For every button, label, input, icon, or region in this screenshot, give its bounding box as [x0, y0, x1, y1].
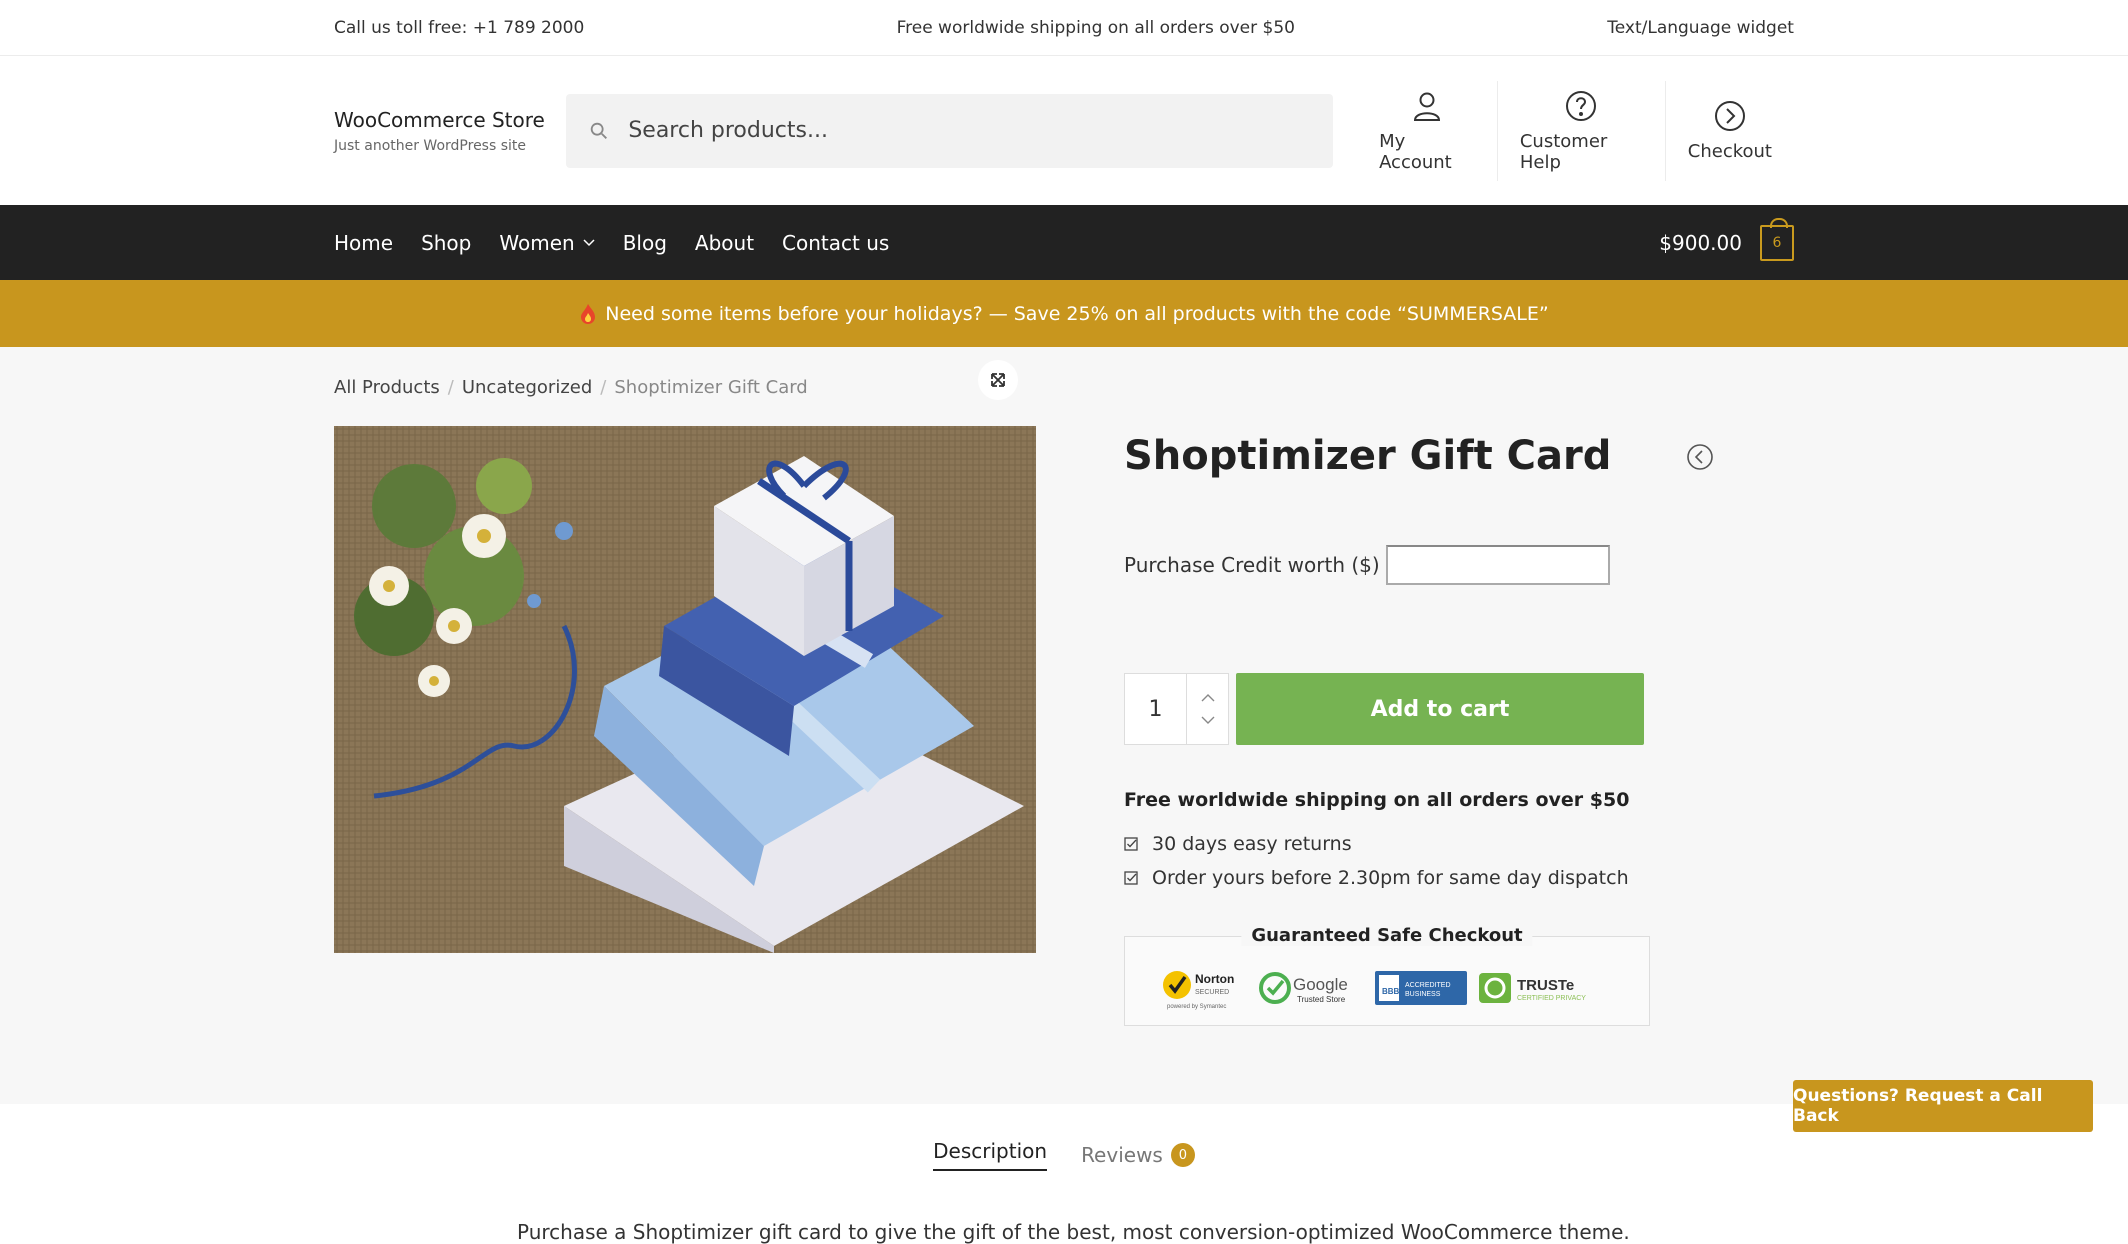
product-tabs: Description Reviews 0 [0, 1139, 2128, 1171]
reviews-count-badge: 0 [1170, 1143, 1195, 1167]
request-callback-button[interactable]: Questions? Request a Call Back [1793, 1080, 2093, 1132]
feature-returns: 30 days easy returns [1124, 833, 1352, 855]
search-icon [591, 122, 608, 139]
quantity-value[interactable]: 1 [1125, 674, 1187, 744]
customer-help-label: Customer Help [1519, 130, 1608, 173]
previous-product-icon[interactable] [1686, 443, 1714, 471]
product-title: Shoptimizer Gift Card [1124, 433, 1612, 479]
customer-help-link[interactable]: Customer Help [1496, 80, 1665, 181]
svg-text:powered by Symantec: powered by Symantec [1167, 1004, 1226, 1010]
nav-contact[interactable]: Contact us [782, 231, 889, 255]
checkbox-icon [1124, 837, 1138, 851]
chevron-down-icon [583, 238, 595, 246]
credit-row: Purchase Credit worth ($) [1124, 545, 1610, 585]
cart-summary[interactable]: $900.00 6 [1659, 217, 1794, 261]
truste-logo: TRUSTe CERTIFIED PRIVACY [1479, 973, 1586, 1003]
nav-about[interactable]: About [695, 231, 754, 255]
promo-text: Need some items before your holidays? — … [605, 302, 1549, 325]
breadcrumb-separator: / [600, 377, 607, 398]
search-bar[interactable] [566, 93, 1334, 168]
shipping-text: Free worldwide shipping on all orders ov… [896, 17, 1295, 38]
svg-text:BUSINESS: BUSINESS [1405, 991, 1441, 998]
nav-home[interactable]: Home [334, 231, 393, 255]
cart-total: $900.00 [1659, 230, 1742, 255]
feature-dispatch: Order yours before 2.30pm for same day d… [1124, 867, 1629, 889]
checkbox-icon [1124, 871, 1138, 885]
cart-bag-icon: 6 [1760, 217, 1794, 261]
help-icon [1566, 90, 1597, 121]
arrow-right-circle-icon [1714, 101, 1745, 131]
safe-checkout-box: Guaranteed Safe Checkout Norton SECURED … [1124, 925, 1650, 1026]
tab-reviews-label: Reviews [1081, 1143, 1163, 1167]
svg-text:Norton: Norton [1195, 972, 1234, 986]
checkout-label: Checkout [1687, 141, 1772, 162]
promo-banner: Need some items before your holidays? — … [0, 280, 2128, 347]
tab-description[interactable]: Description [933, 1139, 1048, 1171]
my-account-link[interactable]: My Account [1357, 81, 1497, 181]
svg-text:Trusted Store: Trusted Store [1297, 995, 1346, 1004]
feature-returns-text: 30 days easy returns [1152, 833, 1352, 855]
shipping-title: Free worldwide shipping on all orders ov… [1124, 789, 1630, 811]
description-text: Purchase a Shoptimizer gift card to give… [517, 1220, 1630, 1244]
brand-name[interactable]: WooCommerce Store [334, 108, 566, 132]
nav-shop[interactable]: Shop [421, 231, 471, 255]
svg-text:TRUSTe: TRUSTe [1517, 977, 1574, 994]
my-account-label: My Account [1379, 130, 1452, 173]
nav-blog[interactable]: Blog [623, 231, 667, 255]
brand[interactable]: WooCommerce Store Just another WordPress… [334, 108, 566, 154]
svg-text:SECURED: SECURED [1195, 989, 1229, 996]
norton-secured-logo: Norton SECURED powered by Symantec [1163, 971, 1234, 1010]
chevron-down-icon[interactable] [1201, 716, 1215, 724]
product-section: All Products / Uncategorized / Shoptimiz… [0, 347, 2128, 1132]
fire-icon [581, 303, 596, 324]
safe-checkout-title: Guaranteed Safe Checkout [1241, 925, 1533, 946]
credit-label: Purchase Credit worth ($) [1124, 553, 1380, 577]
nav-women[interactable]: Women [499, 230, 595, 255]
trust-badges: Norton SECURED powered by Symantec Googl… [1161, 965, 1609, 1011]
language-widget[interactable]: Text/Language widget [1607, 18, 1794, 38]
site-header: WooCommerce Store Just another WordPress… [0, 56, 2128, 205]
svg-text:Google: Google [1293, 975, 1348, 994]
main-nav: Home Shop Women Blog About Contact us $9… [0, 205, 2128, 280]
breadcrumb-separator: / [447, 377, 454, 398]
zoom-button[interactable] [978, 360, 1018, 400]
breadcrumb-uncategorized[interactable]: Uncategorized [462, 377, 592, 398]
feature-dispatch-text: Order yours before 2.30pm for same day d… [1152, 867, 1629, 889]
expand-icon [991, 373, 1005, 387]
gift-boxes-photo [334, 426, 1036, 953]
nav-women-label: Women [499, 230, 575, 255]
user-icon [1413, 92, 1440, 121]
product-image[interactable] [334, 426, 1036, 953]
breadcrumb-all-products[interactable]: All Products [334, 377, 440, 398]
svg-text:CERTIFIED PRIVACY: CERTIFIED PRIVACY [1517, 995, 1586, 1002]
quantity-arrows [1187, 674, 1228, 744]
chevron-up-icon[interactable] [1201, 694, 1215, 702]
checkout-link[interactable]: Checkout [1664, 80, 1794, 181]
svg-text:ACCREDITED: ACCREDITED [1405, 982, 1451, 989]
svg-text:BBB: BBB [1382, 987, 1400, 996]
top-bar: Call us toll free: +1 789 2000 Free worl… [0, 0, 2128, 56]
brand-tagline: Just another WordPress site [334, 137, 527, 154]
tab-reviews[interactable]: Reviews 0 [1081, 1139, 1195, 1171]
breadcrumb: All Products / Uncategorized / Shoptimiz… [334, 377, 808, 398]
bbb-accredited-logo: BBB ACCREDITED BUSINESS [1375, 971, 1467, 1005]
phone-text: Call us toll free: +1 789 2000 [334, 17, 585, 38]
cart-count: 6 [1772, 234, 1782, 251]
google-trusted-store-logo: Google Trusted Store [1259, 972, 1348, 1004]
quantity-stepper[interactable]: 1 [1124, 673, 1229, 745]
add-to-cart-button[interactable]: Add to cart [1236, 673, 1644, 745]
credit-amount-input[interactable] [1385, 545, 1610, 585]
breadcrumb-current: Shoptimizer Gift Card [614, 377, 808, 398]
search-input[interactable] [628, 118, 1329, 143]
header-links: My Account Customer Help Checkout [1357, 80, 1794, 181]
